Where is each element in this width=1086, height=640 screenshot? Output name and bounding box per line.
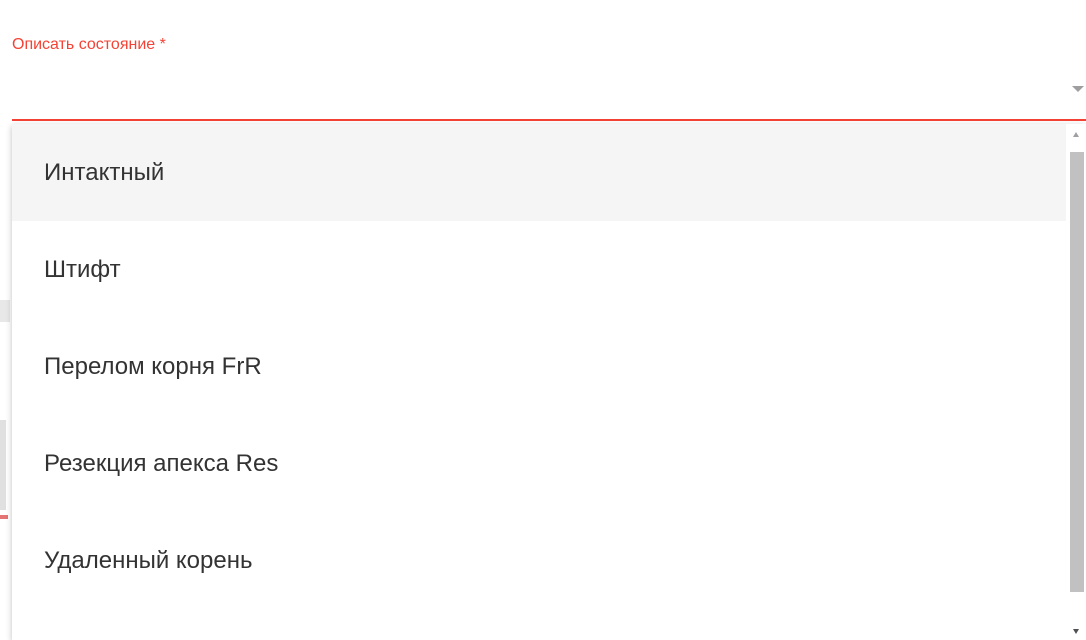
page: Описать состояние * Интактный Штифт Пере…	[0, 0, 1086, 640]
condition-option-list: Интактный Штифт Перелом корня FrR Резекц…	[12, 124, 1066, 640]
option-intact[interactable]: Интактный	[12, 124, 1066, 221]
option-removed-root[interactable]: Удаленный корень	[12, 512, 1066, 609]
scrollbar-thumb[interactable]	[1070, 152, 1084, 592]
scroll-down-icon[interactable]	[1073, 629, 1079, 634]
background-form-fragment	[0, 420, 6, 510]
condition-select[interactable]: Описать состояние *	[12, 0, 1086, 122]
condition-select-label: Описать состояние *	[12, 36, 166, 53]
option-post[interactable]: Штифт	[12, 221, 1066, 318]
option-root-fracture[interactable]: Перелом корня FrR	[12, 318, 1066, 415]
option-apex-resection[interactable]: Резекция апекса Res	[12, 415, 1066, 512]
background-form-fragment	[0, 515, 8, 519]
condition-select-underline	[12, 119, 1086, 121]
background-form-fragment	[0, 300, 10, 322]
scroll-up-icon[interactable]	[1073, 132, 1079, 137]
dropdown-scrollbar[interactable]	[1066, 124, 1086, 640]
caret-down-icon[interactable]	[1072, 86, 1084, 92]
condition-dropdown-menu: Интактный Штифт Перелом корня FrR Резекц…	[12, 124, 1086, 640]
